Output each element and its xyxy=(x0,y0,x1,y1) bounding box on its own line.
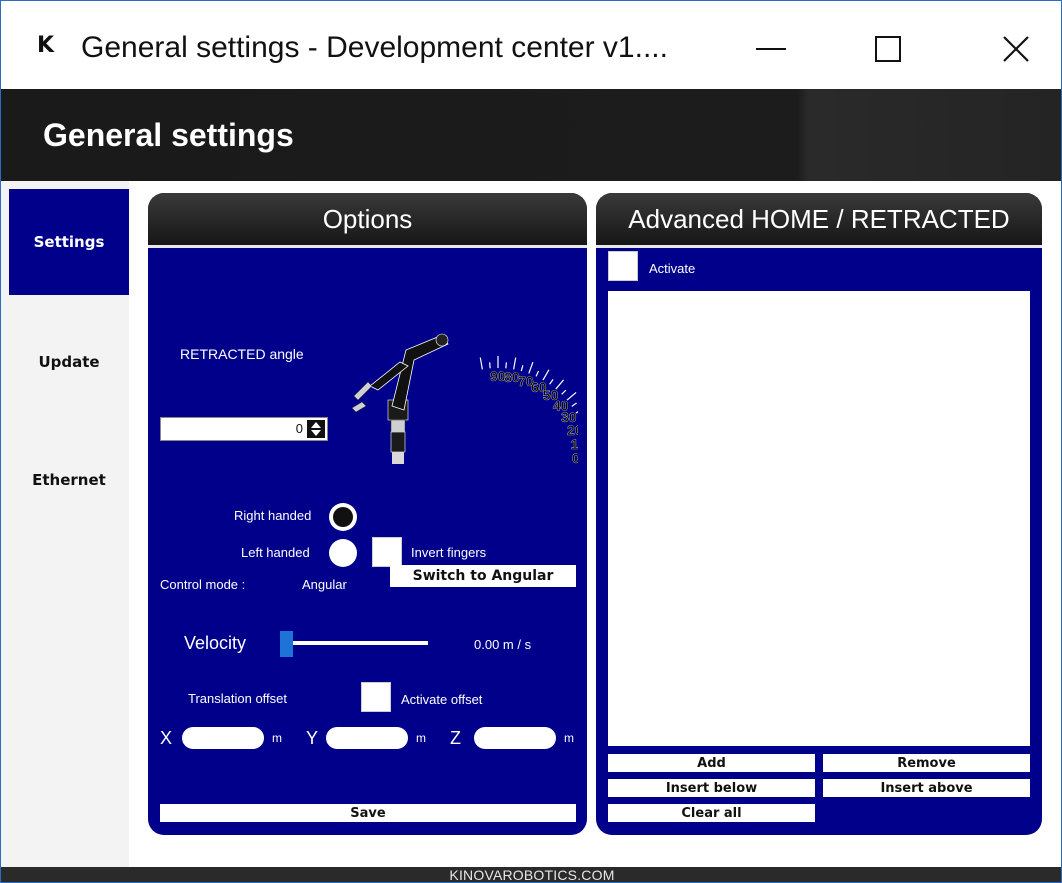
footer: KINOVAROBOTICS.COM xyxy=(1,867,1061,882)
retracted-angle-spinbox[interactable]: 0 xyxy=(160,417,328,441)
kinova-logo-icon: K xyxy=(37,33,55,58)
page-header: General settings xyxy=(1,89,1061,181)
x-offset-input[interactable] xyxy=(182,727,264,749)
robot-arm-illustration xyxy=(351,333,449,464)
close-button[interactable] xyxy=(981,21,1051,77)
advanced-home-retracted-panel: Advanced HOME / RETRACTED Activate Add R… xyxy=(596,193,1042,835)
close-icon xyxy=(1003,36,1029,62)
retracted-angle-label: RETRACTED angle xyxy=(180,346,304,362)
save-button[interactable]: Save xyxy=(160,804,576,822)
radio-selected-dot xyxy=(333,507,353,527)
spin-up-icon xyxy=(311,422,321,428)
activate-label: Activate xyxy=(649,261,696,276)
sidebar: Settings Update Ethernet xyxy=(9,181,129,867)
gauge-tick xyxy=(535,370,540,377)
y-label: Y xyxy=(306,728,319,748)
velocity-slider-thumb[interactable] xyxy=(280,631,293,657)
gauge-tick xyxy=(528,361,534,374)
gauge-tick xyxy=(549,379,554,385)
page-title: General settings xyxy=(43,117,294,153)
x-label: X xyxy=(160,728,173,748)
z-offset-input[interactable] xyxy=(474,727,556,749)
z-label: Z xyxy=(450,728,461,748)
spin-down-icon xyxy=(311,430,321,436)
maximize-icon xyxy=(875,36,901,62)
gauge-tick xyxy=(571,402,577,407)
left-handed-radio[interactable] xyxy=(329,539,357,567)
sidebar-item-settings[interactable]: Settings xyxy=(9,189,129,295)
options-panel-title: Options xyxy=(148,193,587,248)
positions-list[interactable] xyxy=(608,291,1030,746)
gauge-tick xyxy=(561,389,567,395)
remove-button[interactable]: Remove xyxy=(823,754,1030,772)
invert-fingers-checkbox[interactable] xyxy=(372,537,402,567)
sidebar-item-ethernet[interactable]: Ethernet xyxy=(9,427,129,533)
retracted-angle-value: 0 xyxy=(295,421,303,436)
control-mode-value: Angular xyxy=(302,577,347,592)
title-bar: K General settings - Development center … xyxy=(1,1,1061,89)
y-unit: m xyxy=(416,731,426,745)
advanced-panel-title: Advanced HOME / RETRACTED xyxy=(596,193,1042,248)
gauge-tick xyxy=(479,357,483,370)
body-area: Settings Update Ethernet Options 90 80 70 6… xyxy=(1,181,1061,867)
sidebar-item-update[interactable]: Update xyxy=(9,309,129,415)
right-handed-label: Right handed xyxy=(234,508,312,523)
velocity-slider-track[interactable] xyxy=(283,641,428,645)
velocity-label: Velocity xyxy=(184,633,247,653)
window-title: General settings - Development center v1… xyxy=(81,31,668,64)
activate-checkbox[interactable] xyxy=(608,251,638,281)
gauge-tick-label: 0 xyxy=(572,450,578,466)
app-window: K General settings - Development center … xyxy=(0,0,1062,883)
minimize-button[interactable] xyxy=(736,21,806,77)
insert-above-button[interactable]: Insert above xyxy=(823,779,1030,797)
clear-all-button[interactable]: Clear all xyxy=(608,804,815,822)
left-handed-label: Left handed xyxy=(241,545,310,560)
spin-arrows-icon[interactable] xyxy=(307,420,325,438)
gauge-tick xyxy=(520,365,524,372)
gauge-tick xyxy=(505,362,507,369)
gauge-tick xyxy=(513,357,517,370)
options-panel: Options 9080706050403020100 xyxy=(148,193,587,835)
velocity-value: 0.00 m / s xyxy=(474,637,532,652)
minimize-icon xyxy=(756,48,786,50)
maximize-button[interactable] xyxy=(853,21,923,77)
add-button[interactable]: Add xyxy=(608,754,815,772)
switch-control-mode-button[interactable]: Switch to Angular xyxy=(390,565,576,587)
activate-offset-checkbox[interactable] xyxy=(361,682,391,712)
right-handed-radio[interactable] xyxy=(329,503,357,531)
translation-offset-label: Translation offset xyxy=(188,691,287,706)
insert-below-button[interactable]: Insert below xyxy=(608,779,815,797)
activate-offset-label: Activate offset xyxy=(401,692,483,707)
x-unit: m xyxy=(272,731,282,745)
control-mode-label: Control mode : xyxy=(160,577,246,592)
y-offset-input[interactable] xyxy=(326,727,408,749)
retracted-angle-gauge: 9080706050403020100 xyxy=(351,333,578,466)
invert-fingers-label: Invert fingers xyxy=(411,545,487,560)
z-unit: m xyxy=(564,731,574,745)
